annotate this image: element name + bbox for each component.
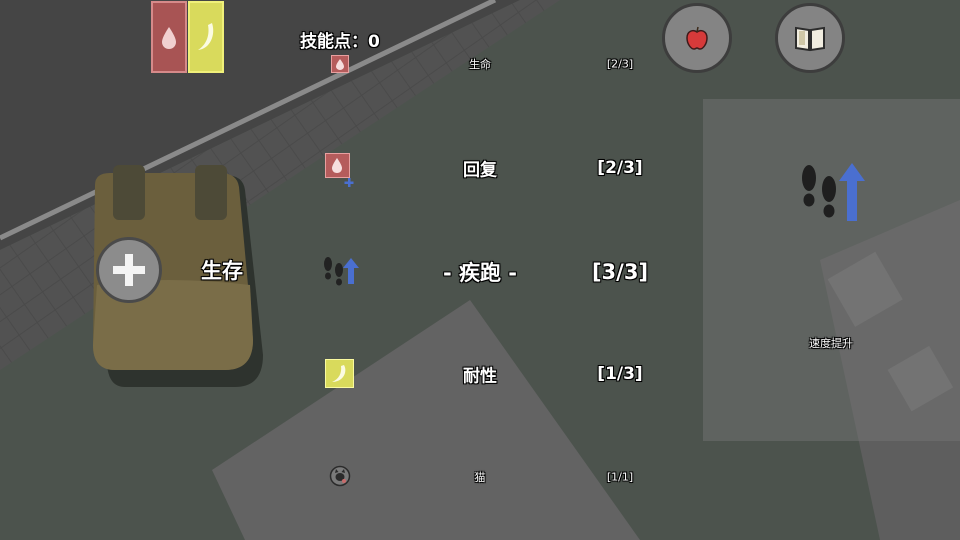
skill-name: 耐性: [463, 366, 497, 387]
category-label: 生存: [201, 259, 243, 283]
blood-drop-icon: [331, 55, 349, 73]
health-status-bar: [151, 1, 187, 73]
blood-drop-icon: [162, 27, 176, 49]
banana-icon: [198, 23, 214, 50]
footsteps-up-icon: [324, 257, 359, 286]
stamina-status-bar: [188, 1, 224, 73]
blood-regen-icon: [325, 153, 354, 187]
plus-icon: [113, 254, 145, 286]
skill-level: [1/1]: [606, 470, 634, 484]
skill-row-regeneration[interactable]: 回复 [2/3]: [300, 148, 680, 188]
skill-name: 生命: [469, 58, 491, 71]
skill-level: [3/3]: [591, 260, 649, 284]
skill-level: [1/3]: [597, 364, 643, 384]
footsteps-up-icon: [802, 163, 865, 221]
cat-icon: [329, 465, 351, 487]
skill-name: 猫: [474, 471, 486, 484]
skill-level: [2/3]: [606, 57, 634, 71]
skill-row-endurance[interactable]: 耐性 [1/3]: [300, 354, 680, 394]
book-icon: [795, 26, 825, 52]
apple-icon: [686, 26, 708, 50]
journal-button[interactable]: [775, 3, 845, 73]
skill-row-health[interactable]: 生命 [2/3]: [300, 45, 680, 83]
skill-detail-panel: 速度提升: [703, 99, 960, 441]
skill-name: - 疾跑 -: [442, 261, 518, 285]
skill-description: 速度提升: [809, 337, 853, 350]
skill-row-cat[interactable]: 猫 [1/1]: [300, 458, 680, 496]
skill-row-sprint-selected[interactable]: - 疾跑 - [3/3]: [300, 252, 680, 292]
skill-level: [2/3]: [597, 158, 643, 178]
skill-name: 回复: [463, 160, 497, 181]
add-skill-button[interactable]: [96, 237, 162, 303]
banana-icon: [325, 359, 354, 388]
